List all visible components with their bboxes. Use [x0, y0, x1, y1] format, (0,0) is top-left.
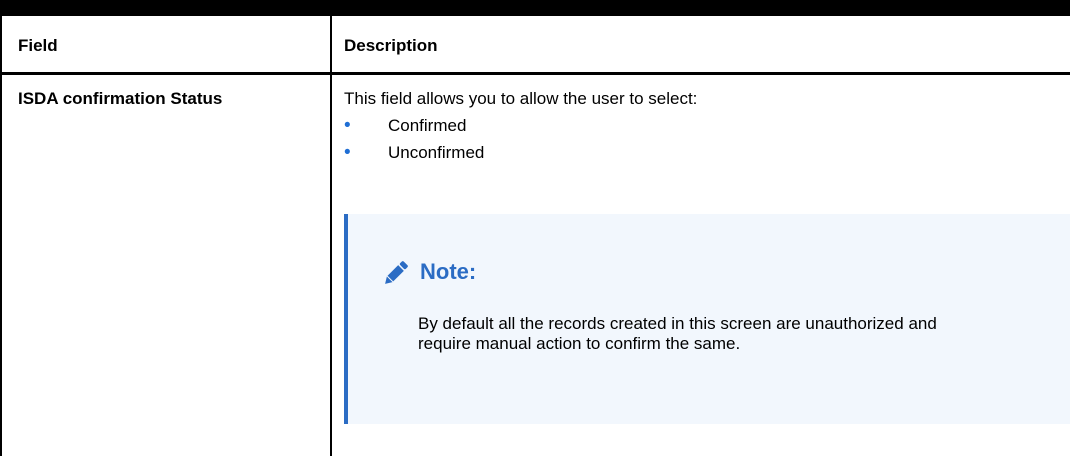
description-intro: This field allows you to allow the user … [344, 89, 698, 108]
pencil-icon [380, 259, 410, 289]
bullet-icon: • [344, 142, 351, 163]
field-name: ISDA confirmation Status [18, 89, 223, 108]
header-rule-thin [0, 74, 1070, 75]
table-top-rule [0, 0, 1070, 16]
note-title: Note: [420, 259, 477, 284]
option-label: Confirmed [388, 116, 467, 135]
table-column-divider [330, 16, 332, 456]
bullet-icon: • [344, 115, 351, 136]
note-text: By default all the records created in th… [418, 314, 937, 353]
note-box: Note: By default all the records created… [344, 214, 1070, 424]
table-left-border [0, 16, 2, 456]
header-field: Field [18, 36, 58, 55]
option-label: Unconfirmed [388, 143, 485, 162]
pencil-icon-graphic [385, 261, 408, 284]
header-description: Description [344, 36, 438, 55]
